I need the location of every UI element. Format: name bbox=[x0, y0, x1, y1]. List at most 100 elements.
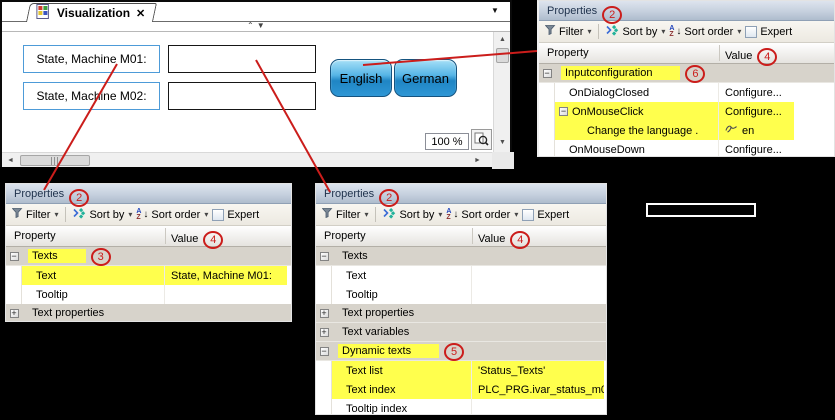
dynamic-text-field-m01[interactable] bbox=[168, 45, 316, 73]
property-value-cell[interactable]: Configure... bbox=[718, 102, 794, 121]
column-header-row: Property Value 4 bbox=[316, 226, 606, 249]
property-group-row[interactable]: − Inputconfiguration 6 bbox=[539, 64, 834, 83]
chevron-down-icon: ▾ bbox=[661, 27, 666, 36]
property-row[interactable]: Text list 'Status_Texts' bbox=[316, 361, 606, 380]
property-name-cell: Text list bbox=[332, 361, 471, 380]
collapse-icon[interactable]: − bbox=[542, 68, 552, 78]
property-row[interactable]: Change the language . en bbox=[539, 121, 834, 140]
property-value-cell[interactable] bbox=[471, 285, 604, 304]
checkbox-icon[interactable] bbox=[745, 25, 758, 38]
property-group-row[interactable]: + Text variables bbox=[316, 323, 606, 342]
property-value-cell[interactable]: Configure... bbox=[718, 83, 794, 102]
zoom-level[interactable]: 100 % bbox=[425, 133, 469, 150]
horizontal-scrollbar[interactable]: ◄ ► bbox=[2, 152, 492, 167]
collapse-icon[interactable]: − bbox=[9, 251, 19, 261]
sort-by-button[interactable]: Sort by ▾ bbox=[73, 207, 132, 222]
property-value-cell[interactable]: en bbox=[718, 121, 794, 140]
filter-button[interactable]: Filter ▾ bbox=[544, 25, 591, 38]
german-button[interactable]: German bbox=[394, 59, 457, 97]
property-row[interactable]: − OnMouseClick Configure... bbox=[539, 102, 834, 121]
property-value-cell[interactable]: 'Status_Texts' bbox=[471, 361, 604, 380]
horizontal-scroll-thumb[interactable] bbox=[20, 155, 90, 166]
scroll-left-icon[interactable]: ◄ bbox=[5, 155, 16, 166]
expert-checkbox[interactable]: Expert bbox=[212, 208, 259, 221]
expert-checkbox[interactable]: Expert bbox=[522, 208, 569, 221]
property-column-header[interactable]: Property bbox=[324, 230, 366, 242]
az-sort-icon: AZ bbox=[446, 207, 452, 221]
property-row[interactable]: OnDialogClosed Configure... bbox=[539, 83, 834, 102]
collapse-icon[interactable]: − bbox=[559, 107, 568, 116]
property-group-row[interactable]: − Texts 3 bbox=[6, 247, 291, 266]
sort-order-button[interactable]: A Z ↓ Sort order ▾ bbox=[136, 208, 209, 221]
property-row[interactable]: Text index PLC_PRG.ivar_status_m01 bbox=[316, 380, 606, 399]
property-name: OnMouseClick bbox=[572, 105, 644, 118]
property-name: Text bbox=[346, 269, 367, 282]
property-column-header[interactable]: Property bbox=[14, 230, 56, 242]
value-column-header[interactable]: Value 4 bbox=[725, 47, 778, 66]
property-group-row[interactable]: − Texts bbox=[316, 247, 606, 266]
sort-order-button[interactable]: A Z ↓ Sort order ▾ bbox=[446, 207, 518, 221]
zoom-icon[interactable] bbox=[471, 129, 492, 150]
expand-icon[interactable]: + bbox=[319, 308, 329, 318]
properties-panel-dynamic-texts: Properties 2 Filter ▾ Sort by ▾ A Z ↓ Sort order ▾… bbox=[315, 183, 607, 415]
scroll-right-icon[interactable]: ► bbox=[472, 155, 483, 166]
chevron-down-icon: ▾ bbox=[204, 210, 209, 219]
collapse-icon[interactable]: − bbox=[319, 346, 329, 356]
filter-button[interactable]: Filter ▾ bbox=[11, 208, 58, 221]
splitter-icon[interactable]: ⌃▼ bbox=[247, 21, 268, 30]
property-row[interactable]: Tooltip bbox=[6, 285, 291, 304]
column-header-row: Property Value 4 bbox=[539, 43, 834, 66]
value-column-header[interactable]: Value 4 bbox=[171, 230, 224, 249]
sort-order-label: Sort order bbox=[151, 208, 201, 221]
properties-toolbar: Filter ▾ Sort by ▾ A Z ↓ Sort order ▾ Expert bbox=[539, 21, 834, 43]
expert-checkbox[interactable]: Expert bbox=[745, 25, 792, 38]
vertical-scrollbar[interactable]: ▲ ▼ bbox=[493, 32, 510, 152]
property-row[interactable]: Text bbox=[316, 266, 606, 285]
property-group-row[interactable]: + Text properties bbox=[6, 304, 291, 321]
down-arrow-icon: ↓ bbox=[676, 25, 682, 37]
property-row[interactable]: OnMouseDown Configure... bbox=[539, 140, 834, 156]
annotation-badge: 2 bbox=[69, 188, 90, 207]
property-value-cell[interactable]: State, Machine M01: bbox=[164, 266, 287, 285]
scroll-down-icon[interactable]: ▼ bbox=[496, 137, 509, 148]
checkbox-icon[interactable] bbox=[212, 208, 225, 221]
english-button[interactable]: English bbox=[330, 59, 392, 97]
property-group-row[interactable]: + Text properties bbox=[316, 304, 606, 323]
property-value-cell[interactable] bbox=[471, 266, 604, 285]
filter-button[interactable]: Filter ▾ bbox=[321, 208, 368, 221]
property-row[interactable]: Text State, Machine M01: bbox=[6, 266, 291, 285]
sort-order-button[interactable]: A Z ↓ Sort order ▾ bbox=[669, 25, 741, 38]
value-column-header[interactable]: Value 4 bbox=[478, 230, 531, 249]
dynamic-text-field-m02[interactable] bbox=[168, 82, 316, 110]
property-value-cell[interactable]: Configure... bbox=[718, 140, 794, 156]
property-value-cell[interactable] bbox=[471, 399, 604, 414]
property-name-cell: Tooltip bbox=[22, 285, 164, 304]
sort-by-button[interactable]: Sort by ▾ bbox=[606, 24, 666, 39]
close-icon[interactable]: ✕ bbox=[136, 7, 145, 20]
row-gutter bbox=[6, 266, 22, 285]
scroll-up-icon[interactable]: ▲ bbox=[496, 34, 509, 45]
collapse-icon[interactable]: − bbox=[319, 251, 329, 261]
property-name: Text bbox=[36, 269, 57, 282]
text-field-m02[interactable]: State, Machine M02: bbox=[23, 82, 160, 110]
property-column-header[interactable]: Property bbox=[547, 47, 589, 59]
expand-icon[interactable]: + bbox=[319, 327, 329, 337]
property-group-row[interactable]: − Dynamic texts 5 bbox=[316, 342, 606, 361]
row-gutter bbox=[316, 266, 332, 285]
property-value-cell[interactable] bbox=[164, 285, 287, 304]
checkbox-icon[interactable] bbox=[522, 208, 535, 221]
property-row[interactable]: Tooltip bbox=[316, 285, 606, 304]
property-value-cell[interactable]: PLC_PRG.ivar_status_m01 bbox=[471, 380, 604, 399]
annotation-badge: 2 bbox=[602, 5, 623, 24]
tab-list-dropdown-icon[interactable]: ▼ bbox=[491, 6, 499, 15]
property-group-label: Dynamic texts bbox=[338, 344, 440, 358]
properties-toolbar: Filter ▾ Sort by ▾ A Z ↓ Sort order ▾ Expert bbox=[316, 204, 606, 226]
tab-visualization[interactable]: Visualization ✕ bbox=[25, 3, 158, 22]
property-group-label: Texts bbox=[28, 249, 86, 263]
expand-icon[interactable]: + bbox=[9, 308, 19, 318]
property-name-cell: Text bbox=[22, 266, 164, 285]
sort-by-button[interactable]: Sort by ▾ bbox=[383, 207, 442, 222]
vertical-scroll-thumb[interactable] bbox=[496, 48, 509, 63]
property-row[interactable]: Tooltip index bbox=[316, 399, 606, 414]
text-field-m01[interactable]: State, Machine M01: bbox=[23, 45, 160, 73]
